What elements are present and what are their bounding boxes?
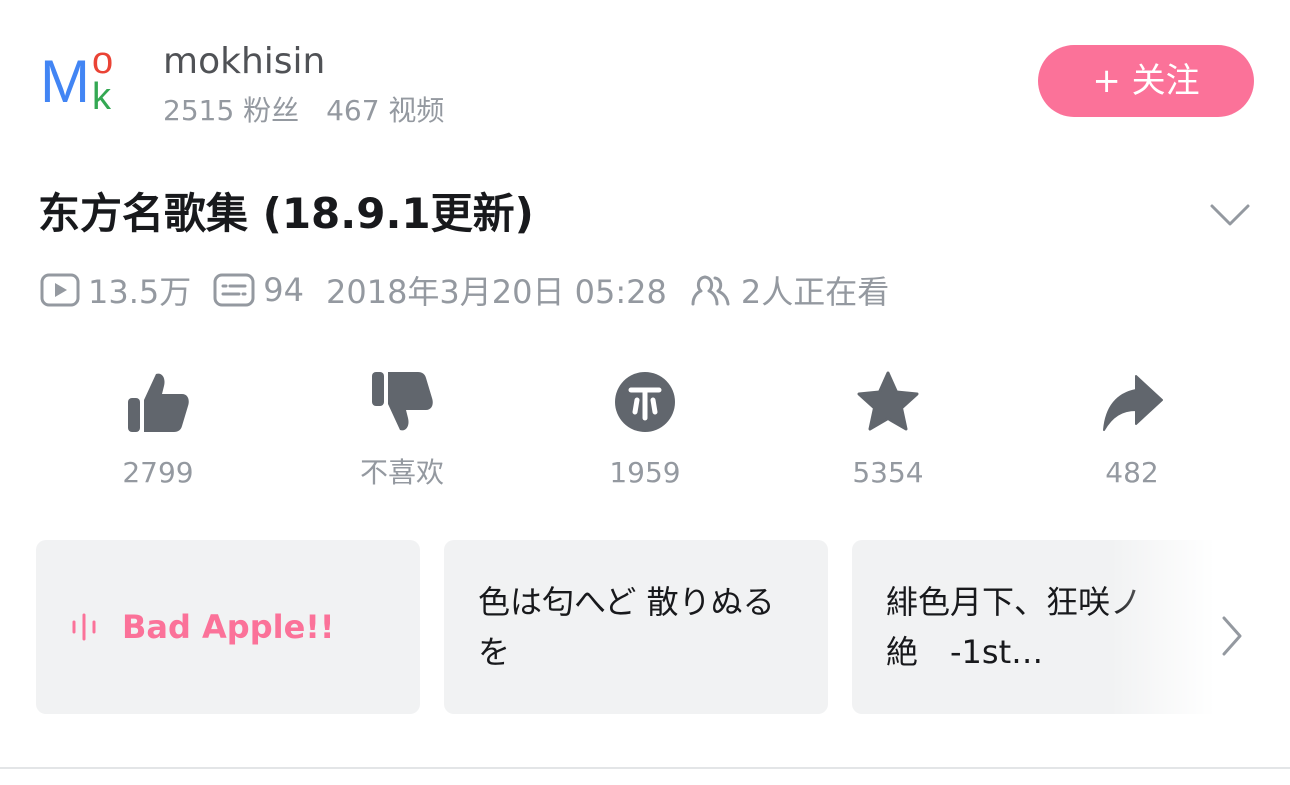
logo-letter-o: o [92, 40, 114, 82]
thumbs-up-icon [128, 373, 189, 432]
follower-count: 2515 粉丝 [163, 94, 300, 127]
logo-letter-k: k [92, 76, 111, 118]
uploader-name[interactable]: mokhisin [163, 40, 325, 84]
view-count: 13.5万 [40, 267, 191, 313]
episode-title: 色は匂へど 散りぬるを [478, 583, 775, 671]
watching-count: 2人正在看 [689, 267, 889, 313]
like-count: 2799 [122, 456, 194, 489]
uploader-stats: 2515 粉丝 467 视频 [163, 94, 444, 128]
play-count-icon [40, 273, 80, 307]
episode-card[interactable]: 色は匂へど 散りぬるを [444, 540, 828, 714]
thumbs-down-icon [372, 372, 433, 431]
favorite-button[interactable]: 5354 [808, 370, 968, 490]
follow-button[interactable]: + 关注 [1038, 45, 1254, 117]
star-icon [857, 371, 919, 431]
divider [0, 767, 1290, 769]
uploader-avatar[interactable]: M o k [40, 40, 124, 120]
logo-letter-m: M [40, 48, 90, 115]
like-button[interactable]: 2799 [78, 370, 238, 490]
coin-button[interactable]: 1959 [565, 370, 725, 490]
watching-count-text: 2人正在看 [740, 273, 890, 311]
video-title: 东方名歌集 (18.9.1更新) [38, 189, 534, 238]
chevron-right-icon[interactable] [1218, 614, 1246, 658]
coin-count: 1959 [609, 456, 681, 489]
dislike-button[interactable]: 不喜欢 [322, 370, 482, 490]
share-count: 482 [1105, 456, 1159, 489]
chevron-down-icon[interactable] [1208, 196, 1252, 232]
dislike-label: 不喜欢 [359, 456, 444, 489]
playing-indicator-icon [72, 613, 96, 641]
share-arrow-icon [1103, 375, 1163, 431]
publish-datetime: 2018年3月20日 05:28 [326, 267, 667, 313]
coin-icon [615, 372, 675, 432]
danmaku-count: 94 [213, 271, 304, 309]
favorite-count: 5354 [852, 456, 924, 489]
episode-list: Bad Apple!! 色は匂へど 散りぬるを 緋色月下、狂咲ノ絶 -1st A… [36, 540, 1254, 714]
view-count-text: 13.5万 [88, 273, 192, 311]
video-detail-page: M o k mokhisin 2515 粉丝 467 视频 + 关注 东方名歌集… [0, 0, 1290, 785]
video-count: 467 视频 [326, 94, 445, 127]
viewers-icon [691, 275, 730, 306]
episode-card-active[interactable]: Bad Apple!! [36, 540, 420, 714]
danmaku-count-text: 94 [263, 271, 304, 309]
video-meta: 13.5万 94 2018年3月20日 05:28 2人正在看 [40, 268, 889, 312]
danmaku-icon [213, 273, 255, 307]
episode-title: Bad Apple!! [122, 608, 335, 646]
share-button[interactable]: 482 [1052, 370, 1212, 490]
publish-datetime-text: 2018年3月20日 05:28 [325, 273, 667, 311]
action-bar: 2799 不喜欢 1959 5354 482 [36, 370, 1254, 494]
